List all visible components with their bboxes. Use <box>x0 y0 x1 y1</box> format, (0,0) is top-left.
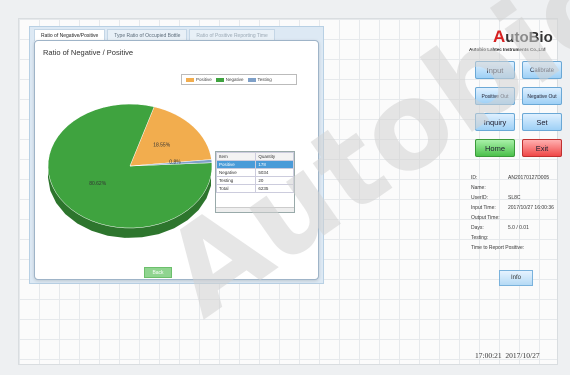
app-screen: Ratio of Negative/Positive Type Ratio of… <box>18 18 562 365</box>
sample-info: ID: AN20170127D005 Name: UserID: SL8C Inpu… <box>471 173 554 253</box>
calibrate-button[interactable]: Calibrate <box>522 61 562 79</box>
userid-value: SL8C <box>508 195 521 201</box>
clock-date: 2017/10/27 <box>505 351 540 360</box>
days-label: Days: <box>471 225 484 231</box>
userid-label: UserID: <box>471 195 488 201</box>
table-cell-item: Negative <box>215 168 257 177</box>
info-row-userid: UserID: SL8C <box>471 193 554 203</box>
info-row-testing: Testing: <box>471 233 554 243</box>
info-row-id: ID: AN20170127D005 <box>471 173 554 183</box>
statistics-panel: Ratio of Negative/Positive Type Ratio of… <box>29 26 324 284</box>
table-cell-quantity: 6235 <box>255 184 294 193</box>
table-row[interactable]: Negative 5034 <box>215 168 294 177</box>
table-row[interactable]: Testing 20 <box>215 176 294 185</box>
home-button[interactable]: Home <box>475 139 515 157</box>
testing-label: Testing: <box>471 235 489 241</box>
table-cell-item: Positive <box>215 160 257 169</box>
chart-card: Ratio of Negative / Positive Positive Ne… <box>34 40 319 280</box>
info-button[interactable]: Info <box>499 270 533 286</box>
report-time-label: Time to Report Positive: <box>471 245 525 251</box>
id-value: AN20170127D005 <box>508 175 550 181</box>
negative-out-button[interactable]: Negative Out <box>522 87 562 105</box>
pie-label-testing: 0.8% <box>169 159 181 165</box>
table-horizontal-scrollbar[interactable] <box>216 207 294 212</box>
input-time-value: 2017/10/27 16:00:36 <box>508 205 554 211</box>
table-row[interactable]: Total 6235 <box>215 184 294 193</box>
positive-out-button[interactable]: Positive Out <box>475 87 515 105</box>
input-button[interactable]: Input <box>475 61 515 79</box>
info-row-input-time: Input Time: 2017/10/27 16:00:36 <box>471 203 554 213</box>
set-button[interactable]: Set <box>522 113 562 131</box>
table-row[interactable]: Positive 178 <box>215 160 294 169</box>
inquiry-button[interactable]: Inquiry <box>475 113 515 131</box>
quantity-table: Item Quantity Positive 178 Negative 5034… <box>215 151 295 213</box>
clock: 17:00:21 2017/10/27 <box>475 351 540 360</box>
table-cell-item: Total <box>215 184 257 193</box>
table-cell-quantity: 20 <box>255 176 294 185</box>
logo-initial: A <box>493 27 506 46</box>
company-name: Autobio Labtec Instruments Co.,Ltd <box>469 47 546 52</box>
info-row-name: Name: <box>471 183 554 193</box>
id-label: ID: <box>471 175 478 181</box>
table-header-item: Item <box>215 152 257 161</box>
table-header-quantity: Quantity <box>255 152 294 161</box>
exit-button[interactable]: Exit <box>522 139 562 157</box>
info-row-output-time: Output Time: <box>471 213 554 223</box>
table-cell-quantity: 178 <box>255 160 294 169</box>
output-time-label: Output Time: <box>471 215 500 221</box>
input-time-label: Input Time: <box>471 205 496 211</box>
logo-text: utoBio <box>505 29 553 46</box>
info-row-days: Days: 5.0 / 0.01 <box>471 223 554 233</box>
pie-label-negative: 80.62% <box>89 181 107 187</box>
info-row-report-time: Time to Report Positive: <box>471 243 554 253</box>
back-button[interactable]: Back <box>144 267 172 278</box>
table-cell-quantity: 5034 <box>255 168 294 177</box>
clock-time: 17:00:21 <box>475 351 502 360</box>
autobio-logo: AutoBio <box>493 27 553 47</box>
table-cell-item: Testing <box>215 176 257 185</box>
days-value: 5.0 / 0.01 <box>508 225 529 231</box>
name-label: Name: <box>471 185 486 191</box>
pie-label-positive: 18.55% <box>153 142 171 148</box>
table-header-row: Item Quantity <box>215 152 294 161</box>
